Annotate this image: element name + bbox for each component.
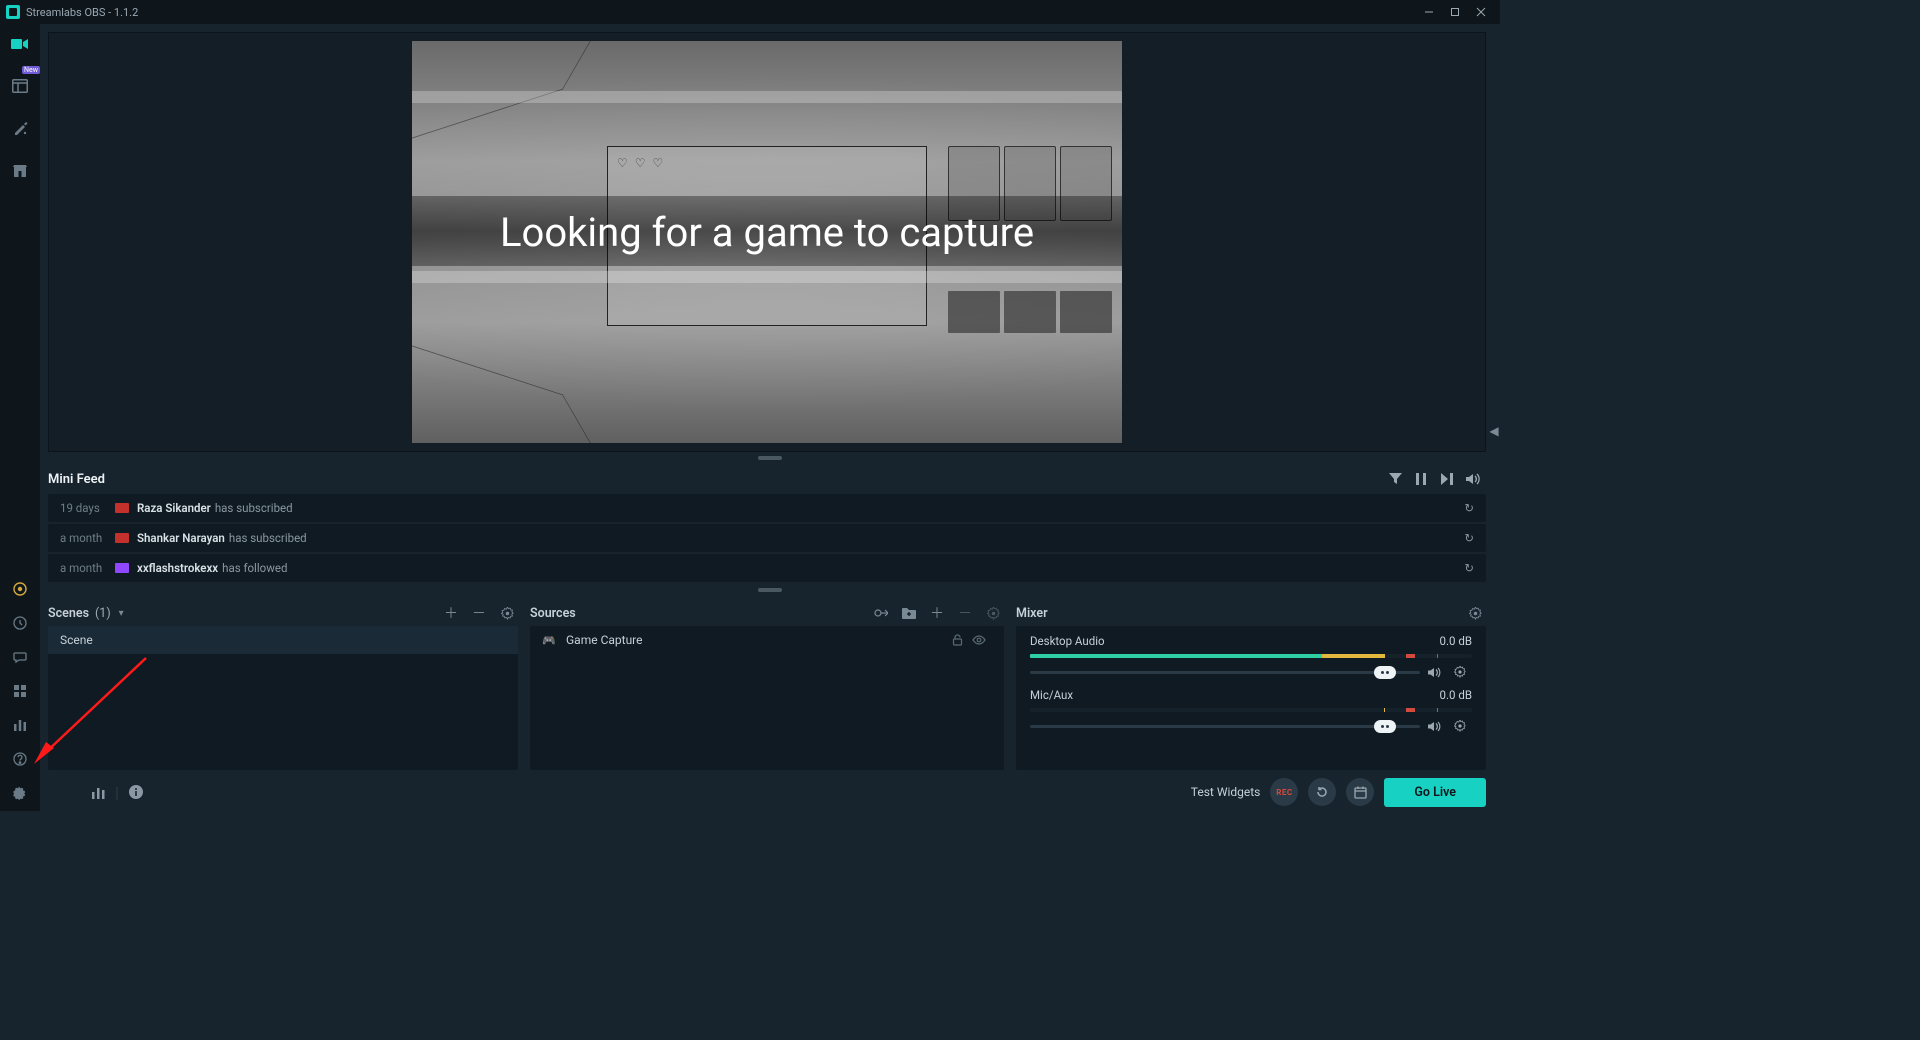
footer-info-icon[interactable]: [129, 785, 143, 799]
collapse-right-icon[interactable]: ◀: [1488, 424, 1500, 438]
mixer-item: Desktop Audio 0.0 dB: [1030, 634, 1472, 678]
minimize-button[interactable]: [1416, 0, 1442, 24]
scenes-add-icon[interactable]: ＋: [440, 602, 462, 624]
scene-name: Scene: [60, 633, 93, 647]
new-badge: New: [22, 66, 40, 74]
sources-folder-icon[interactable]: [898, 602, 920, 624]
dashboard-icon[interactable]: [8, 679, 32, 703]
test-widgets-button[interactable]: Test Widgets: [1191, 785, 1261, 799]
source-name: Game Capture: [566, 633, 643, 647]
schedule-button[interactable]: [1346, 778, 1374, 806]
feed-user: xxflashstrokexx: [137, 561, 218, 575]
footer-stats-icon[interactable]: [92, 786, 105, 799]
sources-mic-icon[interactable]: [870, 602, 892, 624]
volume-slider[interactable]: [1030, 671, 1420, 674]
feed-time: a month: [60, 531, 115, 545]
scene-row[interactable]: Scene: [48, 626, 518, 654]
sources-remove-icon: －: [954, 602, 976, 624]
editor-tab-icon[interactable]: [8, 32, 32, 56]
feed-volume-icon[interactable]: [1460, 466, 1486, 492]
slider-thumb[interactable]: [1374, 720, 1396, 733]
mixer-item-settings-icon[interactable]: [1454, 720, 1472, 732]
stats-icon[interactable]: [8, 713, 32, 737]
audio-meter: [1030, 654, 1472, 658]
feed-filter-icon[interactable]: [1382, 466, 1408, 492]
chat-icon[interactable]: [8, 645, 32, 669]
mixer-pane: Mixer Desktop Audio 0.0 dB Mic/Aux 0.0 dB: [1016, 600, 1486, 770]
go-live-button[interactable]: Go Live: [1384, 778, 1486, 807]
mixer-settings-icon[interactable]: [1464, 602, 1486, 624]
feed-row: a month Shankar Narayan has subscribed ↻: [48, 524, 1486, 552]
feed-user: Shankar Narayan: [137, 531, 225, 545]
feed-action: has subscribed: [229, 531, 1465, 545]
mixer-level: 0.0 dB: [1440, 634, 1472, 648]
feed-user: Raza Sikander: [137, 501, 211, 515]
maximize-button[interactable]: [1442, 0, 1468, 24]
preview-overlay-text: Looking for a game to capture: [412, 209, 1122, 256]
feed-replay-icon[interactable]: ↻: [1464, 561, 1474, 575]
source-visibility-icon[interactable]: [972, 635, 992, 645]
scenes-remove-icon[interactable]: －: [468, 602, 490, 624]
sources-title: Sources: [530, 606, 576, 621]
themes-tab-icon[interactable]: [8, 116, 32, 140]
mixer-item-settings-icon[interactable]: [1454, 666, 1472, 678]
mixer-source-name: Desktop Audio: [1030, 634, 1105, 648]
replay-buffer-button[interactable]: [1308, 778, 1336, 806]
mixer-level: 0.0 dB: [1440, 688, 1472, 702]
feed-row: a month xxflashstrokexx has followed ↻: [48, 554, 1486, 582]
footer: | Test Widgets REC Go Live: [80, 773, 1500, 811]
mini-feed: Mini Feed 19 days Raza Sikander has subs…: [48, 464, 1486, 584]
feed-row: 19 days Raza Sikander has subscribed ↻: [48, 494, 1486, 522]
source-lock-icon[interactable]: [952, 634, 972, 646]
feed-resize-grip[interactable]: [758, 588, 782, 592]
mixer-title: Mixer: [1016, 606, 1048, 621]
source-row[interactable]: 🎮 Game Capture: [530, 626, 1004, 654]
help-icon[interactable]: [8, 747, 32, 771]
scenes-count: (1): [95, 606, 111, 621]
mixer-source-name: Mic/Aux: [1030, 688, 1073, 702]
feed-pause-icon[interactable]: [1408, 466, 1434, 492]
cloudbot-icon[interactable]: [8, 577, 32, 601]
feed-replay-icon[interactable]: ↻: [1464, 501, 1474, 515]
preview-canvas: ♡ ♡ ♡ Looking for a game to capture: [412, 41, 1122, 443]
sidebar: New: [0, 24, 40, 811]
feed-skip-icon[interactable]: [1434, 466, 1460, 492]
window-title: Streamlabs OBS - 1.1.2: [26, 6, 138, 19]
scenes-pane: Scenes (1) ▾ ＋ － Scene: [48, 600, 518, 770]
mute-icon[interactable]: [1428, 667, 1446, 678]
preview-resize-grip[interactable]: [758, 456, 782, 460]
feed-time: a month: [60, 561, 115, 575]
platform-icon: [115, 503, 129, 513]
gamepad-icon: 🎮: [542, 634, 558, 647]
audio-meter: [1030, 708, 1472, 712]
preview-area[interactable]: ♡ ♡ ♡ Looking for a game to capture: [48, 32, 1486, 452]
scenes-title: Scenes: [48, 606, 89, 621]
mixer-item: Mic/Aux 0.0 dB: [1030, 688, 1472, 732]
mute-icon[interactable]: [1428, 721, 1446, 732]
feed-time: 19 days: [60, 501, 115, 515]
slider-thumb[interactable]: [1374, 666, 1396, 679]
layouts-tab-icon[interactable]: New: [8, 74, 32, 98]
hearts-overlay: ♡ ♡ ♡: [617, 156, 665, 170]
clock-icon[interactable]: [8, 611, 32, 635]
sources-add-icon[interactable]: ＋: [926, 602, 948, 624]
record-button[interactable]: REC: [1270, 778, 1298, 806]
sources-pane: Sources ＋ － 🎮 Game Capture: [530, 600, 1004, 770]
platform-icon: [115, 563, 129, 573]
feed-action: has followed: [222, 561, 1464, 575]
feed-action: has subscribed: [215, 501, 1465, 515]
settings-icon[interactable]: [8, 781, 32, 805]
platform-icon: [115, 533, 129, 543]
appstore-tab-icon[interactable]: [8, 158, 32, 182]
titlebar: Streamlabs OBS - 1.1.2: [0, 0, 1500, 24]
scenes-settings-icon[interactable]: [496, 602, 518, 624]
footer-divider: |: [115, 783, 119, 802]
volume-slider[interactable]: [1030, 725, 1420, 728]
app-logo-icon: [6, 5, 20, 19]
scenes-dropdown-icon[interactable]: ▾: [119, 608, 124, 619]
mini-feed-title: Mini Feed: [48, 472, 1382, 487]
close-button[interactable]: [1468, 0, 1494, 24]
sources-settings-icon: [982, 602, 1004, 624]
feed-replay-icon[interactable]: ↻: [1464, 531, 1474, 545]
